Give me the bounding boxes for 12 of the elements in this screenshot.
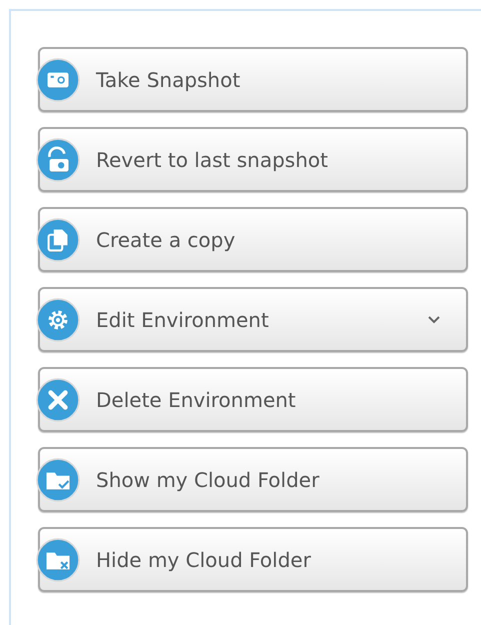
action-button[interactable]: Take Snapshot [38, 47, 468, 112]
gear-icon [36, 298, 80, 342]
copy-icon [36, 218, 80, 262]
folder-icon [36, 458, 80, 502]
action-button[interactable]: Show my Cloud Folder [38, 447, 468, 512]
close-icon [36, 378, 80, 422]
action-button[interactable]: Revert to last snapshot [38, 127, 468, 192]
action-button[interactable]: Hide my Cloud Folder [38, 527, 468, 592]
action-button[interactable]: Create a copy [38, 207, 468, 272]
action-button[interactable]: Delete Environment [38, 367, 468, 432]
action-button[interactable]: Edit Environment [38, 287, 468, 352]
folder-icon [36, 538, 80, 582]
